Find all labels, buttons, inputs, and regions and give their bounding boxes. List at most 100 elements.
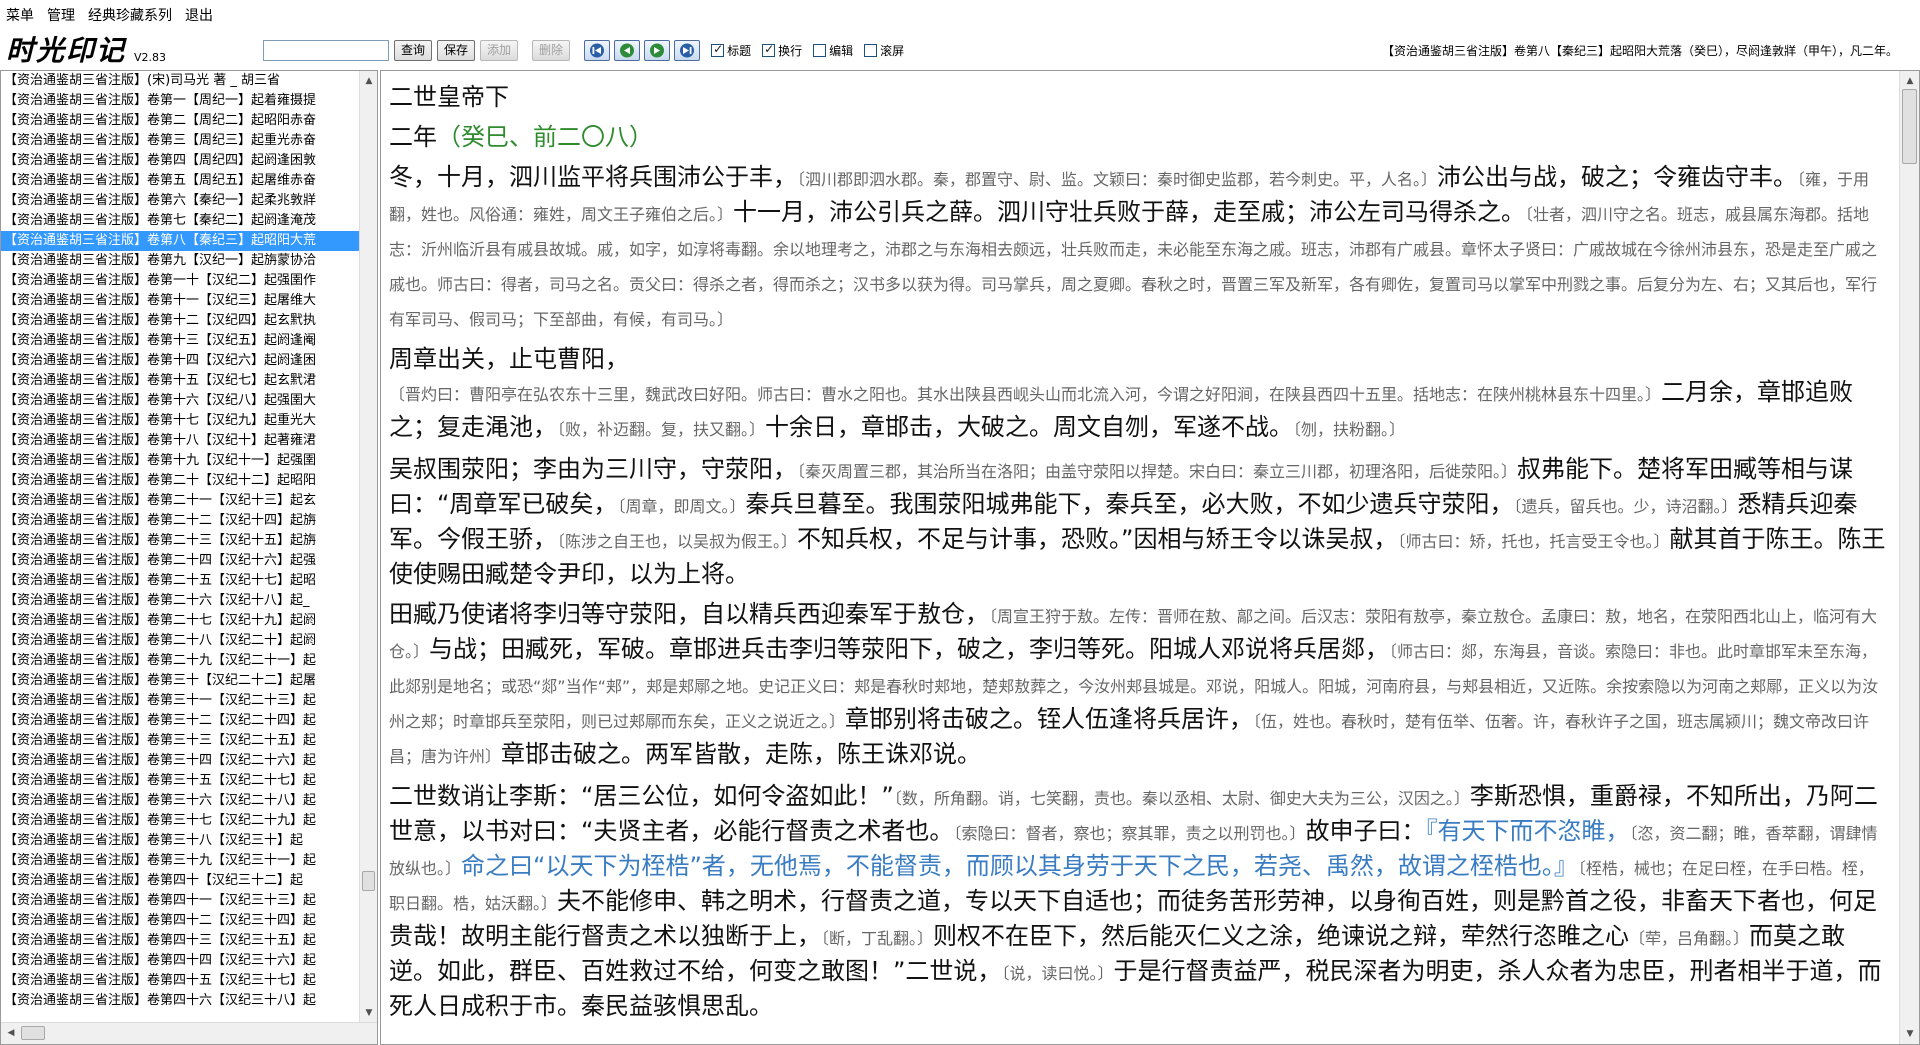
sidebar-horizontal-thumb[interactable]: [21, 1026, 45, 1040]
annotation-note: 〔泗川郡即泗水郡。秦，郡置守、尉、监。文颖曰：秦时御史监郡，若今刺史。平，人名。…: [797, 170, 1438, 189]
checkbox-scroll-box[interactable]: [864, 43, 878, 57]
chapter-list-item[interactable]: 【资治通鉴胡三省注版】卷第三十八【汉纪三十】起: [1, 831, 359, 851]
scroll-down-icon[interactable]: ▼: [361, 1005, 377, 1021]
chapter-list-item[interactable]: 【资治通鉴胡三省注版】卷第三【周纪三】起重光赤奋: [1, 131, 359, 151]
chapter-list-item[interactable]: 【资治通鉴胡三省注版】卷第二十三【汉纪十五】起旃: [1, 531, 359, 551]
chapter-list-item[interactable]: 【资治通鉴胡三省注版】卷第五【周纪五】起屠维赤奋: [1, 171, 359, 191]
chapter-list-item[interactable]: 【资治通鉴胡三省注版】卷第二十六【汉纪十八】起_: [1, 591, 359, 611]
chapter-list-item[interactable]: 【资治通鉴胡三省注版】卷第三十三【汉纪二十五】起: [1, 731, 359, 751]
checkbox-edit[interactable]: 编辑: [813, 42, 853, 59]
chapter-list-item[interactable]: 【资治通鉴胡三省注版】卷第十七【汉纪九】起重光大: [1, 411, 359, 431]
chapter-list-item[interactable]: 【资治通鉴胡三省注版】卷第十八【汉纪十】起著雍涒: [1, 431, 359, 451]
chapter-list-item[interactable]: 【资治通鉴胡三省注版】(宋)司马光 著 _ 胡三省: [1, 71, 359, 91]
text-content-pane[interactable]: 二世皇帝下 二年（癸巳、前二〇八） 冬，十月，泗川监平将兵围沛公于丰，〔泗川郡即泗水…: [380, 70, 1920, 1045]
checkbox-title-box[interactable]: [711, 42, 725, 57]
menu-item-exit[interactable]: 退出: [185, 5, 213, 25]
chapter-list-item[interactable]: 【资治通鉴胡三省注版】卷第九【汉纪一】起旃蒙协洽: [1, 251, 359, 271]
add-button[interactable]: 添加: [480, 39, 519, 61]
main-text: 冬，十月，泗川监平将兵围沛公于丰，: [389, 163, 797, 191]
chapter-list-item[interactable]: 【资治通鉴胡三省注版】卷第十一【汉纪三】起屠维大: [1, 291, 359, 311]
content-vertical-thumb[interactable]: [1902, 89, 1917, 164]
main-text: 沛公出与战，破之；令雍齿守丰。: [1437, 163, 1798, 191]
chapter-list-item[interactable]: 【资治通鉴胡三省注版】卷第四十一【汉纪三十三】起: [1, 891, 359, 911]
first-page-button[interactable]: [584, 39, 611, 61]
chapter-list-item[interactable]: 【资治通鉴胡三省注版】卷第七【秦纪二】起阏逢淹茂: [1, 211, 359, 231]
chapter-list-item[interactable]: 【资治通鉴胡三省注版】卷第三十六【汉纪二十八】起: [1, 791, 359, 811]
checkbox-wrap-box[interactable]: [762, 42, 776, 57]
chapter-list-item[interactable]: 【资治通鉴胡三省注版】卷第三十四【汉纪二十六】起: [1, 751, 359, 771]
query-button[interactable]: 查询: [394, 39, 433, 61]
main-text: 章邯击破之。两军皆散，走陈，陈王诛邓说。: [501, 740, 982, 768]
menu-item-manage[interactable]: 管理: [47, 5, 75, 25]
main-text: 与战；田臧死，军破。章邯进兵击李归等荥阳下，破之，李归等死。阳城人邓说将兵居郯，: [429, 635, 1390, 663]
chapter-list-item[interactable]: 【资治通鉴胡三省注版】卷第四十【汉纪三十二】起: [1, 871, 359, 891]
chapter-list-item[interactable]: 【资治通鉴胡三省注版】卷第四十五【汉纪三十七】起: [1, 971, 359, 991]
main-text: 二年: [389, 123, 437, 151]
annotation-note: 〔数，所角翻。诮，七笑翻，责也。秦以丞相、太尉、御史大夫为三公，汉因之。〕: [893, 789, 1470, 808]
chapter-list-item[interactable]: 【资治通鉴胡三省注版】卷第二十八【汉纪二十】起阏: [1, 631, 359, 651]
chapter-list-item[interactable]: 【资治通鉴胡三省注版】卷第十二【汉纪四】起玄黓执: [1, 311, 359, 331]
text-paragraph: 冬，十月，泗川监平将兵围沛公于丰，〔泗川郡即泗水郡。秦，郡置守、尉、监。文颖曰：…: [389, 161, 1889, 336]
chapter-list-item[interactable]: 【资治通鉴胡三省注版】卷第四十六【汉纪三十八】起: [1, 991, 359, 1011]
save-button[interactable]: 保存: [437, 39, 476, 61]
chapter-list-item[interactable]: 【资治通鉴胡三省注版】卷第六【秦纪一】起柔兆敦牂: [1, 191, 359, 211]
checkbox-title[interactable]: 标题: [711, 42, 751, 59]
main-text: 十一月，沛公引兵之薛。泗川守壮兵败于薛，走至戚；沛公左司马得杀之。: [733, 198, 1526, 226]
sidebar-horizontal-scrollbar[interactable]: ◀: [1, 1022, 377, 1044]
content-vertical-scrollbar[interactable]: ▲ ▼: [1899, 71, 1919, 1044]
chapter-list-item[interactable]: 【资治通鉴胡三省注版】卷第三十五【汉纪二十七】起: [1, 771, 359, 791]
menu-item-menu[interactable]: 菜单: [6, 5, 34, 25]
main-text: 田臧乃使诸将李归等守荥阳，自以精兵西迎秦军于敖仓，: [389, 600, 989, 628]
chapter-list-item[interactable]: 【资治通鉴胡三省注版】卷第八【秦纪三】起昭阳大荒: [1, 231, 359, 251]
checkbox-edit-box[interactable]: [813, 43, 827, 57]
chapter-list-item[interactable]: 【资治通鉴胡三省注版】卷第一【周纪一】起着雍摄提: [1, 91, 359, 111]
play-icon: [650, 43, 665, 57]
chapter-list-item[interactable]: 【资治通鉴胡三省注版】卷第二十七【汉纪十九】起阏: [1, 611, 359, 631]
logo-text: 时光印记: [6, 34, 127, 67]
chapter-list-item[interactable]: 【资治通鉴胡三省注版】卷第十三【汉纪五】起阏逢阉: [1, 331, 359, 351]
chapter-list-item[interactable]: 【资治通鉴胡三省注版】卷第二十四【汉纪十六】起强: [1, 551, 359, 571]
prev-page-button[interactable]: [614, 39, 641, 61]
chapter-list-item[interactable]: 【资治通鉴胡三省注版】卷第十四【汉纪六】起阏逢困: [1, 351, 359, 371]
chapter-list-item[interactable]: 【资治通鉴胡三省注版】卷第三十七【汉纪二十九】起: [1, 811, 359, 831]
sidebar-vertical-thumb[interactable]: [362, 871, 375, 891]
chapter-list-item[interactable]: 【资治通鉴胡三省注版】卷第四十四【汉纪三十六】起: [1, 951, 359, 971]
main-text: 二世数诮让李斯：“居三公位，如何令盗如此！”: [389, 782, 894, 810]
chapter-list-item[interactable]: 【资治通鉴胡三省注版】卷第十五【汉纪七】起玄黓涒: [1, 371, 359, 391]
chapter-list-item[interactable]: 【资治通鉴胡三省注版】卷第二十二【汉纪十四】起旃: [1, 511, 359, 531]
skip-back-icon: [590, 43, 605, 57]
chapter-list-item[interactable]: 【资治通鉴胡三省注版】卷第二十一【汉纪十三】起玄: [1, 491, 359, 511]
scroll-left-icon[interactable]: ◀: [3, 1025, 19, 1041]
chapter-list-item[interactable]: 【资治通鉴胡三省注版】卷第四【周纪四】起阏逢困敦: [1, 151, 359, 171]
text-paragraph: 二世数诮让李斯：“居三公位，如何令盗如此！”〔数，所角翻。诮，七笑翻，责也。秦以…: [389, 780, 1889, 1023]
checkbox-scroll[interactable]: 滚屏: [864, 42, 904, 59]
last-page-button[interactable]: [674, 39, 701, 61]
next-page-button[interactable]: [644, 39, 671, 61]
scroll-up-icon[interactable]: ▲: [361, 73, 377, 89]
chapter-list-item[interactable]: 【资治通鉴胡三省注版】卷第四十二【汉纪三十四】起: [1, 911, 359, 931]
scroll-down-icon[interactable]: ▼: [1902, 1026, 1918, 1042]
chapter-list-item[interactable]: 【资治通鉴胡三省注版】卷第三十九【汉纪三十一】起: [1, 851, 359, 871]
chapter-list-item[interactable]: 【资治通鉴胡三省注版】卷第三十【汉纪二十二】起屠: [1, 671, 359, 691]
chapter-list-item[interactable]: 【资治通鉴胡三省注版】卷第二十【汉纪十二】起昭阳: [1, 471, 359, 491]
annotation-note: 〔师古曰：矫，托也，托言受王令也。〕: [1397, 532, 1670, 551]
checkbox-scroll-label: 滚屏: [880, 43, 905, 58]
chapter-list-item[interactable]: 【资治通鉴胡三省注版】卷第三十二【汉纪二十四】起: [1, 711, 359, 731]
chapter-list-item[interactable]: 【资治通鉴胡三省注版】卷第三十一【汉纪二十三】起: [1, 691, 359, 711]
main-text: 十余日，章邯击，大破之。周文自刎，军遂不战。: [765, 413, 1294, 441]
main-text: 秦兵旦暮至。我围荥阳城弗能下，秦兵至，必大败，不如少遗兵守荥阳，: [745, 490, 1514, 518]
search-input[interactable]: [263, 39, 389, 61]
chapter-list-item[interactable]: 【资治通鉴胡三省注版】卷第二十五【汉纪十七】起昭: [1, 571, 359, 591]
chapter-list-item[interactable]: 【资治通鉴胡三省注版】卷第二十九【汉纪二十一】起: [1, 651, 359, 671]
scroll-up-icon[interactable]: ▲: [1902, 73, 1918, 89]
chapter-list-item[interactable]: 【资治通鉴胡三省注版】卷第二【周纪二】起昭阳赤奋: [1, 111, 359, 131]
menu-item-classics[interactable]: 经典珍藏系列: [88, 5, 172, 25]
chapter-list-item[interactable]: 【资治通鉴胡三省注版】卷第十九【汉纪十一】起强圉: [1, 451, 359, 471]
chapter-list-item[interactable]: 【资治通鉴胡三省注版】卷第十六【汉纪八】起强圉大: [1, 391, 359, 411]
checkbox-wrap[interactable]: 换行: [762, 42, 802, 59]
chapter-list-item[interactable]: 【资治通鉴胡三省注版】卷第四十三【汉纪三十五】起: [1, 931, 359, 951]
delete-button[interactable]: 删除: [532, 39, 571, 61]
text-paragraph: 二世皇帝下: [389, 81, 1889, 114]
sidebar-vertical-scrollbar[interactable]: ▲ ▼: [359, 71, 377, 1023]
chapter-list-item[interactable]: 【资治通鉴胡三省注版】卷第一十【汉纪二】起强圉作: [1, 271, 359, 291]
